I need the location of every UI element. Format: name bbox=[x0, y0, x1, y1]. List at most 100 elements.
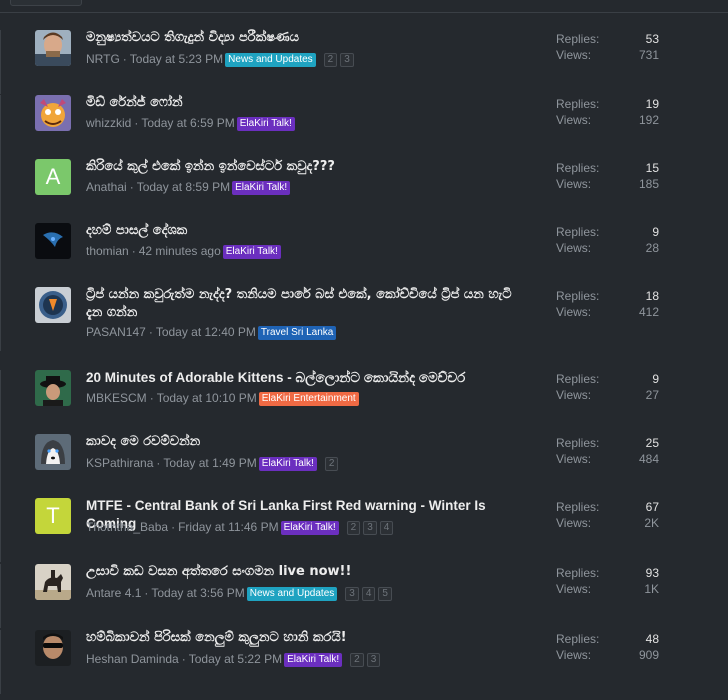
avatar-letter: T bbox=[35, 498, 71, 534]
thread-meta: Thoththa_Baba · Friday at 11:46 PM ElaKiri … bbox=[86, 518, 396, 535]
author-link[interactable]: NRTG bbox=[86, 52, 120, 66]
page-link[interactable]: 5 bbox=[378, 587, 392, 601]
thread-time[interactable]: 42 minutes ago bbox=[139, 244, 221, 258]
thread-time[interactable]: Friday at 11:46 PM bbox=[178, 520, 279, 534]
thread-time[interactable]: Today at 1:49 PM bbox=[163, 456, 256, 470]
author-link[interactable]: Thoththa_Baba bbox=[86, 520, 168, 534]
author-link[interactable]: thomian bbox=[86, 244, 129, 258]
meta-separator: · bbox=[131, 244, 136, 258]
prefix-tag[interactable]: ElaKiri Talk! bbox=[280, 521, 339, 535]
avatar[interactable] bbox=[35, 30, 71, 66]
thread-time[interactable]: Today at 8:59 PM bbox=[137, 180, 230, 194]
avatar[interactable] bbox=[35, 630, 71, 666]
prefix-tag[interactable]: ElaKiri Talk! bbox=[284, 653, 343, 667]
page-link[interactable]: 2 bbox=[323, 53, 338, 67]
replies-label: Replies: bbox=[556, 161, 600, 175]
thread-time[interactable]: Today at 3:56 PM bbox=[151, 586, 244, 600]
thread-title-link[interactable]: මිඩ් රේන්ජ් ෆෝන් bbox=[86, 94, 526, 112]
prefix-tag[interactable]: Travel Sri Lanka bbox=[257, 326, 337, 340]
avatar[interactable] bbox=[35, 370, 71, 406]
thread-row[interactable]: හම්බිකාවන් පිරිසක් නෙලුම් කුලුනට හානි කර… bbox=[0, 630, 728, 694]
thread-row[interactable]: ට්‍රිප් යන්න කවුරුත්ම නැද්ද? තනියම පාරේ … bbox=[0, 287, 728, 351]
page-link[interactable]: 2 bbox=[346, 521, 361, 535]
thread-meta: MBKESCM · Today at 10:10 PM ElaKiri Enterta… bbox=[86, 390, 359, 406]
thread-row[interactable]: මිඩ් රේන්ජ් ෆෝන් whizzkid · Today at 6:59 P… bbox=[0, 95, 728, 159]
filter-button[interactable] bbox=[10, 0, 82, 6]
replies-label: Replies: bbox=[556, 32, 600, 46]
page-link[interactable]: 2 bbox=[324, 457, 339, 471]
author-link[interactable]: whizzkid bbox=[86, 116, 131, 130]
prefix-tag[interactable]: ElaKiri Talk! bbox=[258, 457, 317, 471]
replies-count: 53 bbox=[645, 32, 659, 46]
page-link[interactable]: 3 bbox=[340, 53, 354, 67]
prefix-tag[interactable]: ElaKiri Talk! bbox=[232, 181, 291, 195]
avatar-image bbox=[35, 95, 71, 131]
author-link[interactable]: Antare 4.1 bbox=[86, 586, 141, 600]
thread-title-link[interactable]: මනුෂ්‍යත්වයට තිගැදුන් විද්‍යා පරීක්ෂණය bbox=[86, 29, 526, 47]
avatar[interactable] bbox=[35, 287, 71, 323]
thread-row[interactable]: A කිරියේ කුල් එකේ ඉන්න ඉන්වෙස්ටර් කවුද???… bbox=[0, 159, 728, 223]
page-link[interactable]: 4 bbox=[379, 521, 394, 535]
avatar[interactable] bbox=[35, 95, 71, 131]
views-count: 1K bbox=[644, 582, 659, 596]
thread-row[interactable]: 20 Minutes of Adorable Kittens - බල්ලොන්… bbox=[0, 370, 728, 434]
thread-title-link[interactable]: 20 Minutes of Adorable Kittens - බල්ලොන්… bbox=[86, 369, 526, 387]
thread-time[interactable]: Today at 6:59 PM bbox=[141, 116, 234, 130]
thread-time[interactable]: Today at 10:10 PM bbox=[157, 391, 257, 405]
thread-meta: Anathai · Today at 8:59 PM ElaKiri Talk! bbox=[86, 179, 291, 195]
thread-title-link[interactable]: හම්බිකාවන් පිරිසක් නෙලුම් කුලුනට හානි කර… bbox=[86, 629, 526, 647]
meta-separator: · bbox=[148, 325, 153, 339]
author-link[interactable]: PASAN147 bbox=[86, 325, 146, 339]
thread-title-link[interactable]: ට්‍රිප් යන්න කවුරුත්ම නැද්ද? තනියම පාරේ … bbox=[86, 286, 526, 322]
views-count: 185 bbox=[638, 177, 659, 191]
views-label: Views: bbox=[556, 241, 592, 255]
thread-title-link[interactable]: දහම් පාසල් දේශක bbox=[86, 222, 526, 240]
avatar[interactable]: T bbox=[35, 498, 71, 534]
views-count: 2K bbox=[644, 516, 659, 530]
thread-meta: whizzkid · Today at 6:59 PM ElaKiri Talk! bbox=[86, 115, 295, 131]
page-jump: 23 bbox=[350, 650, 383, 667]
prefix-tag[interactable]: ElaKiri Talk! bbox=[222, 245, 281, 259]
views-count: 909 bbox=[638, 648, 659, 662]
thread-time[interactable]: Today at 5:23 PM bbox=[130, 52, 223, 66]
replies-label: Replies: bbox=[556, 372, 600, 386]
thread-title-link[interactable]: උසාවි කඩ වසන අත්තරෙ සංගමන live now!! bbox=[86, 563, 526, 581]
avatar[interactable] bbox=[35, 434, 71, 470]
author-link[interactable]: Heshan Daminda bbox=[86, 652, 179, 666]
page-link[interactable]: 3 bbox=[363, 521, 377, 535]
thread-title-link[interactable]: කාවද මෙ රවම්වන්න bbox=[86, 433, 526, 451]
page-jump: 345 bbox=[345, 584, 395, 601]
meta-separator: · bbox=[144, 586, 149, 600]
page-link[interactable]: 2 bbox=[350, 653, 364, 667]
page-jump: 23 bbox=[323, 50, 357, 67]
author-link[interactable]: Anathai bbox=[86, 180, 127, 194]
views-label: Views: bbox=[556, 582, 592, 596]
replies-count: 48 bbox=[645, 632, 659, 646]
thread-row[interactable]: T MTFE - Central Bank of Sri Lanka First … bbox=[0, 498, 728, 562]
prefix-tag[interactable]: News and Updates bbox=[225, 53, 316, 67]
thread-title-link[interactable]: කිරියේ කුල් එකේ ඉන්න ඉන්වෙස්ටර් කවුද??? bbox=[86, 158, 526, 176]
avatar-image bbox=[35, 564, 71, 600]
page-link[interactable]: 3 bbox=[345, 587, 359, 601]
replies-label: Replies: bbox=[556, 436, 600, 450]
top-toolbar bbox=[0, 0, 728, 13]
thread-row[interactable]: දහම් පාසල් දේශක thomian · 42 minutes ago Ela… bbox=[0, 223, 728, 287]
author-link[interactable]: MBKESCM bbox=[86, 391, 147, 405]
thread-time[interactable]: Today at 5:22 PM bbox=[189, 652, 282, 666]
meta-separator: · bbox=[129, 180, 134, 194]
avatar[interactable] bbox=[35, 223, 71, 259]
avatar[interactable] bbox=[35, 564, 71, 600]
views-count: 731 bbox=[638, 48, 659, 62]
prefix-tag[interactable]: News and Updates bbox=[246, 587, 338, 601]
avatar[interactable]: A bbox=[35, 159, 71, 195]
prefix-tag[interactable]: ElaKiri Entertainment bbox=[258, 392, 359, 406]
prefix-tag[interactable]: ElaKiri Talk! bbox=[236, 117, 295, 131]
thread-row[interactable]: උසාවි කඩ වසන අත්තරෙ සංගමන live now!! Anta… bbox=[0, 564, 728, 628]
page-link[interactable]: 4 bbox=[361, 587, 376, 601]
page-link[interactable]: 3 bbox=[366, 653, 381, 667]
replies-count: 67 bbox=[645, 500, 659, 514]
author-link[interactable]: KSPathirana bbox=[86, 456, 153, 470]
thread-row[interactable]: මනුෂ්‍යත්වයට තිගැදුන් විද්‍යා පරීක්ෂණය NR… bbox=[0, 30, 728, 94]
thread-row[interactable]: කාවද මෙ රවම්වන්න KSPathirana · Today at 1:4… bbox=[0, 434, 728, 498]
thread-time[interactable]: Today at 12:40 PM bbox=[156, 325, 256, 339]
